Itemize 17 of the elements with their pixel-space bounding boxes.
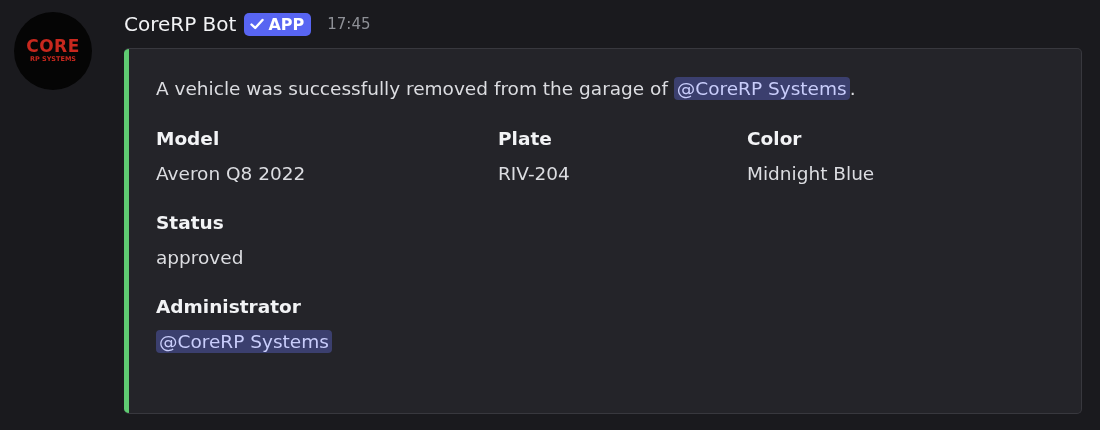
field-value: RIV-204 bbox=[498, 162, 571, 186]
field-value: Midnight Blue bbox=[747, 162, 876, 186]
check-icon bbox=[250, 18, 265, 30]
field-value: approved bbox=[156, 246, 245, 270]
app-badge: APP bbox=[244, 12, 312, 36]
field-name: Status bbox=[156, 211, 225, 235]
field-name: Administrator bbox=[156, 295, 302, 319]
field-name: Model bbox=[156, 127, 221, 151]
user-mention-link[interactable]: @CoreRP Systems bbox=[156, 330, 332, 353]
field-value: Averon Q8 2022 bbox=[156, 162, 307, 186]
field-name: Color bbox=[747, 127, 803, 151]
embed-description: A vehicle was successfully removed from the garage of @CoreRP Systems . bbox=[156, 76, 857, 102]
logo-text: CORE bbox=[26, 38, 80, 55]
user-mention-link[interactable]: @CoreRP Systems bbox=[673, 77, 850, 100]
field-name: Plate bbox=[498, 127, 553, 151]
author-name[interactable]: CoreRP Bot bbox=[124, 12, 237, 36]
timestamp: 17:45 bbox=[327, 15, 371, 33]
